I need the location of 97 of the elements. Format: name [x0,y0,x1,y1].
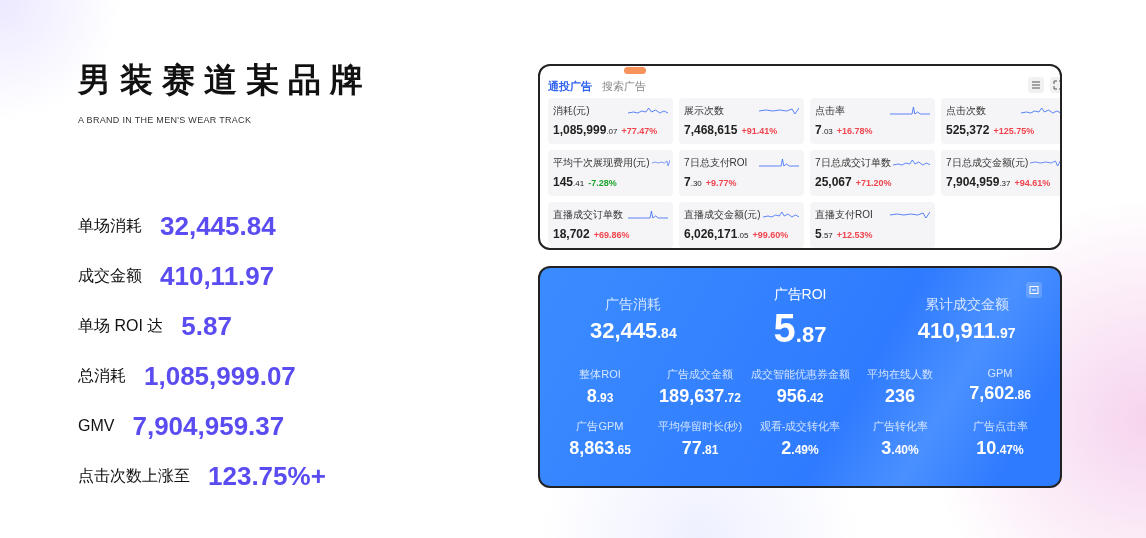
metric-card[interactable]: 直播支付ROI 5.57 +12.53% [810,202,935,248]
metric-change: +16.78% [836,126,873,136]
metric-change: +71.20% [855,178,892,188]
metric-value: 25,067 [815,175,852,189]
metric-label: GPM [987,367,1013,379]
sparkline-drawing [762,209,799,221]
stat-value: 410,11.97 [160,260,275,292]
metric-label: 平均在线人数 [867,367,933,382]
metric-value: 8.93 [586,386,614,407]
metric-value: 18,702 [553,227,590,241]
metric-value: 525,372 [946,123,990,137]
metric-label: 直播支付ROI [815,208,873,222]
slide-subtitle: A BRAND IN THE MEN'S WEAR TRACK [78,115,253,125]
metric-change: +9.77% [705,178,737,188]
stat-value: 7,904,959.37 [132,410,285,442]
metric-value: 10.47% [976,438,1024,459]
metric-value: 236 [884,386,915,407]
metric-card[interactable]: 展示次数 7,468,615 +91.41% [679,98,804,144]
metric-card[interactable]: 7日总成交金额(元) 7,904,959.37 +94.61% [941,150,1060,196]
slide-title: 男装赛道某品牌 [78,60,373,100]
metric-value: 32,445.84 [589,318,677,344]
metric-card[interactable]: 直播成交订单数 18,702 +69.86% [548,202,673,248]
metric-value: 189,637.72 [659,386,741,407]
metric-label: 广告转化率 [872,419,928,434]
sparkline-drawing [759,105,799,117]
sparkline-drawing [628,105,668,117]
metric-label: 广告点击率 [972,419,1028,434]
metric-label: 直播成交金额(元) [684,208,761,222]
metric-card[interactable]: 7日总成交订单数 25,067 +71.20% [810,150,935,196]
metric-card[interactable]: 7日总支付ROI 7.30 +9.77% [679,150,804,196]
sparkline-drawing [1021,105,1060,117]
metric-label: 观看-成交转化率 [759,419,841,434]
metric-card[interactable]: 平均千次展现费用(元) 145.41 -7.28% [548,150,673,196]
metric-change: +91.41% [741,126,778,136]
metric-value: 7,904,959.37 [946,175,1011,189]
metric-change: +94.61% [1014,178,1051,188]
metric-change: +77.47% [621,126,658,136]
metric-value: 956.42 [776,386,824,407]
metric-value: 3.40% [881,438,919,459]
metric-label: 广告GPM [576,419,624,434]
metric-value: 7.30 [684,175,702,189]
metric-value: 5.87 [773,308,827,352]
stat-value: 5.87 [181,310,232,342]
metric-value: 6,026,171.05 [684,227,749,241]
stat-label: 单场 ROI 达 [78,315,164,336]
metric-label: 累计成交金额 [924,296,1009,314]
metric-value: 2.49% [781,438,819,459]
metric-label: 7日总成交订单数 [815,156,891,170]
metric-value: 145.41 [553,175,585,189]
metric-card[interactable]: 直播成交金额(元) 6,026,171.05 +99.60% [679,202,804,248]
metric-value: 7,602.86 [969,383,1031,404]
metric-label: 点击率 [815,104,845,118]
metric-label: 消耗(元) [553,104,590,118]
metric-label: 广告ROI [773,286,827,304]
metric-value: 8,863.65 [569,438,631,459]
sparkline-drawing [628,209,668,221]
metric-change: +12.53% [836,230,873,240]
stat-value: 1,085,999.07 [144,360,296,392]
metric-label: 7日总支付ROI [684,156,748,170]
metric-label: 广告成交金额 [667,367,733,382]
sparkline-drawing [759,157,799,169]
sparkline-drawing [890,209,930,221]
metric-card[interactable]: 消耗(元) 1,085,999.07 +77.47% [548,98,673,144]
metric-label: 点击次数 [946,104,986,118]
sparkline-drawing [1030,157,1060,169]
metric-value: 7.03 [815,123,833,137]
metric-value: 410,911.97 [917,318,1016,344]
stat-label: 总消耗 [78,365,126,386]
metric-card[interactable]: 点击次数 525,372 +125.75% [941,98,1060,144]
sparkline-drawing [890,105,930,117]
metric-label: 平均停留时长(秒) [657,419,743,434]
metric-change: +69.86% [593,230,630,240]
stat-label: 单场消耗 [78,215,142,236]
metric-label: 直播成交订单数 [553,208,623,222]
stat-label: GMV [78,417,115,435]
metric-change: -7.28% [588,178,617,188]
metric-label: 展示次数 [684,104,724,118]
metric-label: 整体ROI [579,367,621,382]
stat-value: 123.75%+ [208,460,326,492]
metric-card[interactable]: 点击率 7.03 +16.78% [810,98,935,144]
metric-value: 7,468,615 [684,123,738,137]
sparkline-drawing [651,157,670,169]
stat-value: 32,445.84 [160,210,276,242]
metric-change: +99.60% [752,230,789,240]
metric-label: 平均千次展现费用(元) [553,156,650,170]
metric-value: 1,085,999.07 [553,123,618,137]
stat-label: 成交金额 [78,265,142,286]
metric-label: 广告消耗 [605,296,662,314]
sparkline-drawing [892,157,930,169]
metric-label: 成交智能优惠券金额 [750,367,850,382]
tab[interactable]: 搜索广告 [602,79,646,94]
metric-value: 77.81 [681,438,719,459]
metric-change: +125.75% [993,126,1035,136]
metric-value: 5.57 [815,227,833,241]
stat-label: 点击次数上涨至 [78,465,190,486]
metric-label: 7日总成交金额(元) [946,156,1029,170]
tab[interactable]: 通投广告 [548,79,592,94]
